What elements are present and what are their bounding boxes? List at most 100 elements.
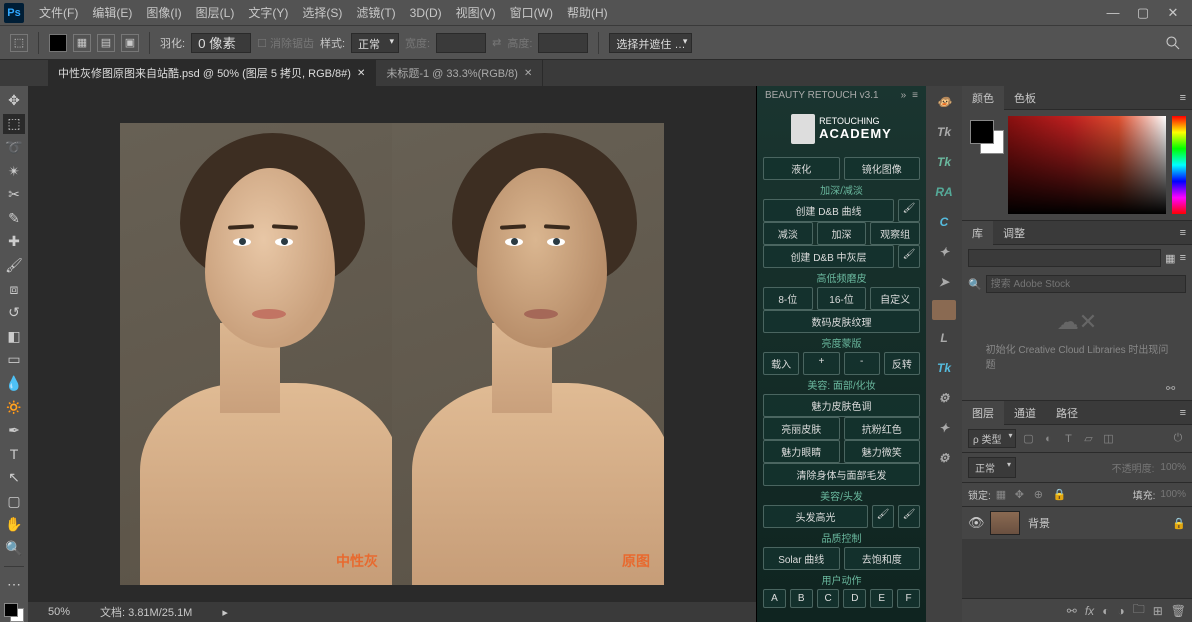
plugin-button[interactable]: 16-位 — [817, 287, 867, 310]
history-brush-tool[interactable]: ↺ — [3, 302, 25, 323]
tab-layers[interactable]: 图层 — [962, 401, 1004, 425]
side-icon-2[interactable]: Tk — [930, 150, 958, 174]
plugin-button[interactable]: 液化 — [763, 157, 840, 180]
plugin-button[interactable]: 加深 — [817, 222, 867, 245]
maximize-button[interactable]: ▢ — [1128, 3, 1158, 23]
shape-tool[interactable]: ▢ — [3, 491, 25, 512]
tab-color[interactable]: 颜色 — [962, 86, 1004, 110]
new-layer-icon[interactable]: ⊞ — [1153, 604, 1163, 618]
menu-edit[interactable]: 编辑(E) — [85, 4, 139, 21]
document-tab-2[interactable]: 未标题-1 @ 33.3%(RGB/8) ✕ — [376, 60, 543, 86]
gradient-tool[interactable]: ▭ — [3, 350, 25, 371]
menu-view[interactable]: 视图(V) — [449, 4, 503, 21]
adjustment-layer-icon[interactable]: ◑ — [1117, 604, 1124, 618]
plugin-button[interactable]: 反转 — [884, 352, 920, 375]
side-icon-9[interactable]: Tk — [930, 356, 958, 380]
layer-name[interactable]: 背景 — [1028, 515, 1050, 531]
marquee-tool-icon[interactable]: ⬚ — [10, 34, 28, 52]
menu-file[interactable]: 文件(F) — [32, 4, 85, 21]
side-icon-11[interactable]: ✦ — [930, 416, 958, 440]
selection-subtract-icon[interactable]: ▤ — [97, 34, 115, 52]
library-select[interactable] — [968, 249, 1161, 267]
type-tool[interactable]: T — [3, 444, 25, 465]
plugin-button[interactable]: 数码皮肤纹理 — [763, 310, 920, 333]
tab-channels[interactable]: 通道 — [1004, 401, 1046, 425]
plugin-button[interactable]: 头发高光 — [763, 505, 868, 528]
side-icon-12[interactable]: ⚙ — [930, 446, 958, 470]
filter-pixel-icon[interactable]: ▢ — [1020, 431, 1036, 447]
filter-smart-icon[interactable]: ◫ — [1100, 431, 1116, 447]
menu-window[interactable]: 窗口(W) — [503, 4, 560, 21]
filter-toggle[interactable]: ⏻ — [1170, 431, 1186, 447]
plugin-button[interactable]: D — [843, 589, 866, 608]
menu-select[interactable]: 选择(S) — [295, 4, 349, 21]
side-icon-1[interactable]: Tk — [930, 120, 958, 144]
list-view-icon[interactable]: ≡ — [1180, 252, 1186, 264]
delete-layer-icon[interactable]: 🗑 — [1171, 604, 1186, 618]
stock-search-input[interactable] — [986, 275, 1186, 293]
menu-type[interactable]: 文字(Y) — [241, 4, 295, 21]
plugin-button[interactable]: 创建 D&B 曲线 — [763, 199, 894, 222]
move-tool[interactable]: ✥ — [3, 90, 25, 111]
side-icon-8[interactable]: L — [930, 326, 958, 350]
menu-3d[interactable]: 3D(D) — [403, 6, 449, 20]
grid-view-icon[interactable]: ▦ — [1165, 252, 1175, 265]
feather-input[interactable] — [191, 33, 251, 53]
menu-layer[interactable]: 图层(L) — [189, 4, 242, 21]
pen-tool[interactable]: ✒ — [3, 420, 25, 441]
lock-icon[interactable]: 🔒 — [1172, 517, 1186, 530]
zoom-tool[interactable]: 🔍 — [3, 538, 25, 559]
menu-help[interactable]: 帮助(H) — [560, 4, 615, 21]
color-panel-menu-icon[interactable]: ≡ — [1174, 92, 1192, 104]
style-select[interactable]: 正常 — [351, 33, 399, 53]
plugin-button[interactable]: + — [803, 352, 839, 375]
stamp-tool[interactable]: ⧈ — [3, 279, 25, 300]
selection-add-icon[interactable]: ▦ — [73, 34, 91, 52]
close-button[interactable]: ✕ — [1158, 3, 1188, 23]
side-icon-6[interactable]: ➤ — [930, 270, 958, 294]
marquee-tool[interactable]: ⬚ — [3, 114, 25, 135]
color-picker[interactable] — [962, 110, 1192, 220]
filter-adjust-icon[interactable]: ◐ — [1040, 431, 1056, 447]
zoom-level[interactable]: 50% — [48, 606, 70, 618]
plugin-button[interactable]: 创建 D&B 中灰层 — [763, 245, 894, 268]
status-arrow-icon[interactable]: ▸ — [222, 606, 228, 619]
search-icon[interactable] — [1164, 34, 1182, 52]
side-icon-5[interactable]: ✦ — [930, 240, 958, 264]
visibility-icon[interactable]: 👁 — [968, 515, 982, 531]
menu-image[interactable]: 图像(I) — [139, 4, 188, 21]
plugin-button[interactable]: F — [897, 589, 920, 608]
blend-mode-select[interactable]: 正常 — [968, 457, 1016, 478]
link-layers-icon[interactable]: ⚯ — [1067, 604, 1077, 618]
plugin-button[interactable]: 自定义 — [870, 287, 920, 310]
lock-position-icon[interactable]: ✥ — [1015, 488, 1029, 502]
eyedropper-tool[interactable]: ✎ — [3, 208, 25, 229]
brush-icon[interactable]: 🖌 — [898, 245, 920, 268]
plugin-button[interactable]: Solar 曲线 — [763, 547, 840, 570]
layer-filter-type[interactable]: ρ 类型 — [968, 429, 1016, 448]
plugin-collapse-icon[interactable]: » — [901, 90, 907, 101]
tab-swatches[interactable]: 色板 — [1004, 86, 1046, 110]
fill-value[interactable]: 100% — [1160, 489, 1186, 500]
select-mask-button[interactable]: 选择并遮住 … — [609, 33, 692, 53]
tab-libraries[interactable]: 库 — [962, 221, 993, 245]
layer-fx-icon[interactable]: fx — [1085, 604, 1094, 618]
path-tool[interactable]: ↖ — [3, 468, 25, 489]
side-icon-0[interactable]: 🐵 — [930, 90, 958, 114]
layer-thumbnail[interactable] — [990, 511, 1020, 535]
plugin-button[interactable]: 魅力眼睛 — [763, 440, 840, 463]
document-tab-1[interactable]: 中性灰修图原图来自站酷.psd @ 50% (图层 5 拷贝, RGB/8#) … — [48, 60, 376, 86]
plugin-button[interactable]: - — [844, 352, 880, 375]
plugin-button[interactable]: 观察组 — [870, 222, 920, 245]
plugin-button[interactable]: 镜化图像 — [844, 157, 921, 180]
filter-type-icon[interactable]: T — [1060, 431, 1076, 447]
brush-icon[interactable]: 🖌 — [872, 505, 894, 528]
plugin-button[interactable]: 减淡 — [763, 222, 813, 245]
opacity-value[interactable]: 100% — [1160, 462, 1186, 473]
group-icon[interactable]: 🗀 — [1133, 600, 1145, 621]
color-field[interactable] — [1008, 116, 1166, 214]
lock-artboard-icon[interactable]: ⊕ — [1034, 488, 1048, 502]
magic-wand-tool[interactable]: ✴ — [3, 161, 25, 182]
plugin-button[interactable]: B — [790, 589, 813, 608]
layer-mask-icon[interactable]: ◐ — [1102, 604, 1109, 618]
